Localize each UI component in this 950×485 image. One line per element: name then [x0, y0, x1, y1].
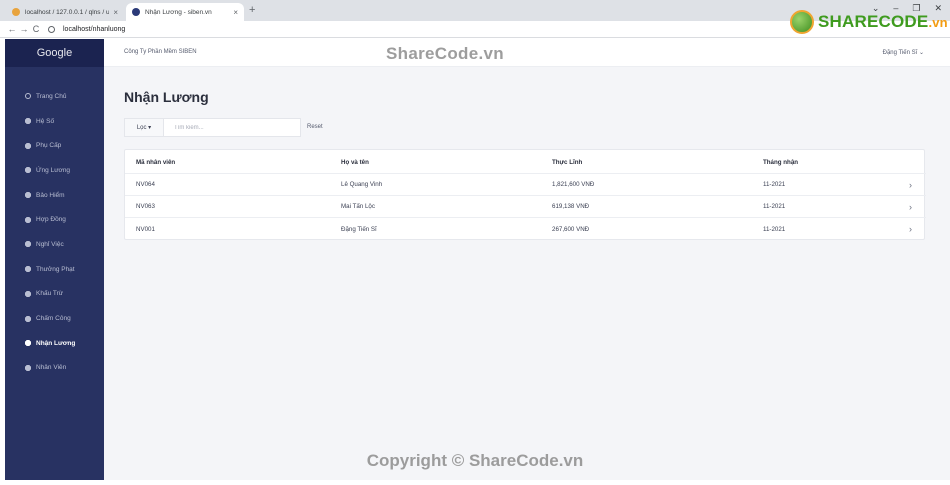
sidebar-item-label: Khấu Trừ [36, 290, 64, 298]
cell-full-name: Lê Quang Vinh [341, 181, 383, 188]
filter-dropdown-button[interactable]: Lọc ▾ [125, 119, 164, 136]
sidebar-item-hop-dong[interactable]: Hợp Đồng [5, 207, 104, 232]
sidebar-item-label: Ứng Lương [36, 166, 71, 174]
column-header-thuc-linh[interactable]: Thực Lĩnh [552, 159, 582, 166]
cell-employee-id: NV063 [136, 203, 155, 210]
chevron-down-icon: ⌄ [918, 50, 924, 56]
tab-title: localhost / 127.0.0.1 / qlns / ung [25, 8, 110, 16]
cell-full-name: Mai Tấn Lộc [341, 203, 375, 210]
table-row[interactable]: NV001 Đặng Tiến Sĩ 267,600 VNĐ 11-2021 › [125, 218, 926, 240]
sidebar-item-label: Hệ Số [36, 117, 55, 125]
sidebar-item-label: Chấm Công [36, 315, 71, 323]
home-icon [25, 93, 31, 100]
sidebar-item-phu-cap[interactable]: Phụ Cấp [5, 133, 104, 158]
sidebar-item-cham-cong[interactable]: Chấm Công [5, 306, 104, 331]
logo-suffix: .vn [928, 15, 948, 30]
gear-icon [25, 192, 31, 199]
sidebar-menu: Trang Chủ Hệ Số Phụ Cấp Ứng Lương Bảo Hi… [5, 67, 104, 380]
sidebar-item-label: Nhân Viên [36, 364, 67, 372]
column-header-thang-nhan[interactable]: Tháng nhận [763, 159, 798, 166]
page-title: Nhận Lương [124, 89, 209, 105]
gear-icon [25, 315, 31, 322]
cell-full-name: Đặng Tiến Sĩ [341, 225, 377, 233]
column-header-ma-nhan-vien[interactable]: Mã nhân viên [136, 159, 175, 166]
sidebar-item-label: Bảo Hiểm [36, 191, 65, 199]
sidebar-item-label: Nhận Lương [36, 339, 76, 347]
sidebar: Google Trang Chủ Hệ Số Phụ Cấp Ứng Lương… [5, 39, 104, 480]
close-icon[interactable]: × [233, 8, 238, 17]
cell-month: 11-2021 [763, 203, 786, 210]
sidebar-item-thuong-phat[interactable]: Thưởng Phạt [5, 257, 104, 282]
table-row[interactable]: NV064 Lê Quang Vinh 1,821,600 VNĐ 11-202… [125, 174, 926, 196]
browser-tab-phpmyadmin[interactable]: localhost / 127.0.0.1 / qlns / ung × [6, 3, 124, 21]
search-input[interactable] [174, 124, 294, 131]
screen: localhost / 127.0.0.1 / qlns / ung × Nhậ… [0, 0, 950, 485]
filter-label: Lọc [136, 124, 147, 131]
sidebar-item-ung-luong[interactable]: Ứng Lương [5, 158, 104, 183]
back-arrow-icon[interactable]: ← [6, 24, 18, 34]
chevron-right-icon[interactable]: › [909, 224, 912, 234]
cell-employee-id: NV064 [136, 181, 155, 188]
cell-net-salary: 619,138 VNĐ [552, 203, 590, 210]
gear-icon [25, 266, 31, 273]
sidebar-item-khau-tru[interactable]: Khấu Trừ [5, 282, 104, 307]
table-header: Mã nhân viên Họ và tên Thực Lĩnh Tháng n… [125, 152, 926, 174]
gear-icon [25, 340, 31, 347]
cell-month: 11-2021 [763, 225, 786, 233]
site-favicon-icon [132, 8, 140, 16]
sidebar-item-label: Hợp Đồng [36, 216, 66, 224]
sidebar-item-trang-chu[interactable]: Trang Chủ [5, 84, 104, 109]
sidebar-item-nhan-luong[interactable]: Nhận Lương [5, 331, 104, 356]
sidebar-item-nhan-vien[interactable]: Nhân Viên [5, 356, 104, 381]
sidebar-item-label: Nghỉ Việc [36, 240, 64, 248]
watermark-copyright: Copyright © ShareCode.vn [366, 451, 584, 470]
salary-table: Mã nhân viên Họ và tên Thực Lĩnh Tháng n… [124, 149, 926, 240]
gear-icon [25, 290, 31, 297]
cell-net-salary: 267,600 VNĐ [552, 225, 590, 233]
sidebar-item-bao-hiem[interactable]: Bảo Hiểm [5, 183, 104, 208]
gear-icon [25, 241, 31, 248]
sidebar-item-label: Phụ Cấp [36, 142, 62, 150]
reload-icon[interactable]: C [30, 24, 42, 34]
close-icon[interactable]: × [113, 8, 118, 17]
watermark-top: ShareCode.vn [386, 44, 504, 63]
cell-net-salary: 1,821,600 VNĐ [552, 181, 595, 188]
table-row[interactable]: NV063 Mai Tấn Lộc 619,138 VNĐ 11-2021 › [125, 196, 926, 218]
url-field[interactable]: localhost/nhanluong [63, 26, 125, 33]
main-content: Nhận Lương Lọc ▾ Reset Mã nhân viên Họ v… [104, 67, 950, 480]
cell-month: 11-2021 [763, 181, 786, 188]
gear-icon [25, 216, 31, 223]
phpmyadmin-favicon-icon [12, 8, 20, 16]
column-header-ho-va-ten[interactable]: Họ và tên [341, 159, 369, 166]
search-bar: Lọc ▾ [124, 118, 301, 137]
caret-down-icon: ▾ [148, 125, 152, 131]
new-tab-button[interactable]: + [249, 4, 255, 16]
sharecode-logo: SHARECODE.vn [790, 10, 948, 34]
sidebar-item-he-so[interactable]: Hệ Số [5, 109, 104, 134]
gear-icon [25, 167, 31, 174]
sharecode-logo-icon [790, 10, 814, 34]
reset-button[interactable]: Reset [307, 124, 323, 130]
site-info-icon[interactable] [48, 25, 55, 33]
sidebar-item-label: Thưởng Phạt [36, 265, 75, 273]
gear-icon [25, 142, 31, 149]
forward-arrow-icon[interactable]: → [18, 24, 30, 34]
sidebar-item-label: Trang Chủ [36, 92, 67, 100]
gear-icon [25, 118, 31, 125]
browser-tab-nhanluong[interactable]: Nhận Lương - siben.vn × [126, 3, 244, 21]
chevron-right-icon[interactable]: › [909, 202, 912, 212]
tab-title: Nhận Lương - siben.vn [145, 8, 212, 16]
cell-employee-id: NV001 [136, 225, 155, 233]
sidebar-item-nghi-viec[interactable]: Nghỉ Việc [5, 232, 104, 257]
gear-icon [25, 364, 31, 371]
logo-text: SHARECODE [818, 12, 929, 31]
chevron-right-icon[interactable]: › [909, 180, 912, 190]
